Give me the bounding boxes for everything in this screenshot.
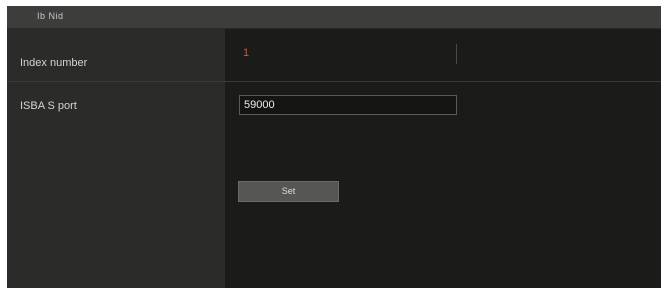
panel-title: Ib Nid bbox=[37, 11, 64, 21]
index-number-label: Index number bbox=[20, 57, 88, 69]
port-input[interactable] bbox=[239, 95, 457, 115]
set-button[interactable]: Set bbox=[238, 181, 339, 202]
settings-panel: Ib Nid Index number ISBA S port 1 Set bbox=[7, 6, 661, 288]
index-number-value: 1 bbox=[239, 44, 457, 64]
port-label: ISBA S port bbox=[20, 100, 77, 112]
label-column: Index number ISBA S port bbox=[7, 29, 225, 288]
row-divider bbox=[7, 81, 661, 82]
panel-titlebar: Ib Nid bbox=[7, 6, 661, 29]
